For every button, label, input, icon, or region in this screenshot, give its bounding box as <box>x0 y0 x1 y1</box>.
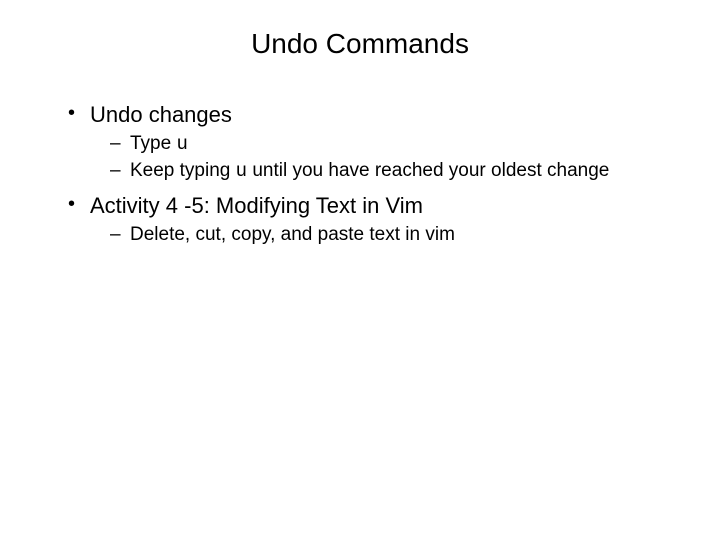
bullet-undo-changes: Undo changes Type u Keep typing u until … <box>68 102 670 183</box>
sub-text-post: until you have reached your oldest chang… <box>247 160 609 181</box>
code-u: u <box>176 133 187 155</box>
slide-title: Undo Commands <box>50 28 670 60</box>
sub-text-pre: Type <box>130 133 176 154</box>
bullet-list: Undo changes Type u Keep typing u until … <box>50 102 670 248</box>
sub-type-u: Type u <box>110 132 670 157</box>
bullet-activity: Activity 4 -5: Modifying Text in Vim Del… <box>68 193 670 248</box>
sub-list: Delete, cut, copy, and paste text in vim <box>90 223 670 248</box>
sub-delete-cut-copy: Delete, cut, copy, and paste text in vim <box>110 223 670 248</box>
sub-keep-typing: Keep typing u until you have reached you… <box>110 159 670 184</box>
code-u: u <box>236 160 247 182</box>
sub-list: Type u Keep typing u until you have reac… <box>90 132 670 183</box>
bullet-text: Activity 4 -5: Modifying Text in Vim <box>90 193 423 218</box>
sub-text-pre: Keep typing <box>130 160 236 181</box>
sub-text: Delete, cut, copy, and paste text in vim <box>130 224 455 245</box>
bullet-text: Undo changes <box>90 102 232 127</box>
